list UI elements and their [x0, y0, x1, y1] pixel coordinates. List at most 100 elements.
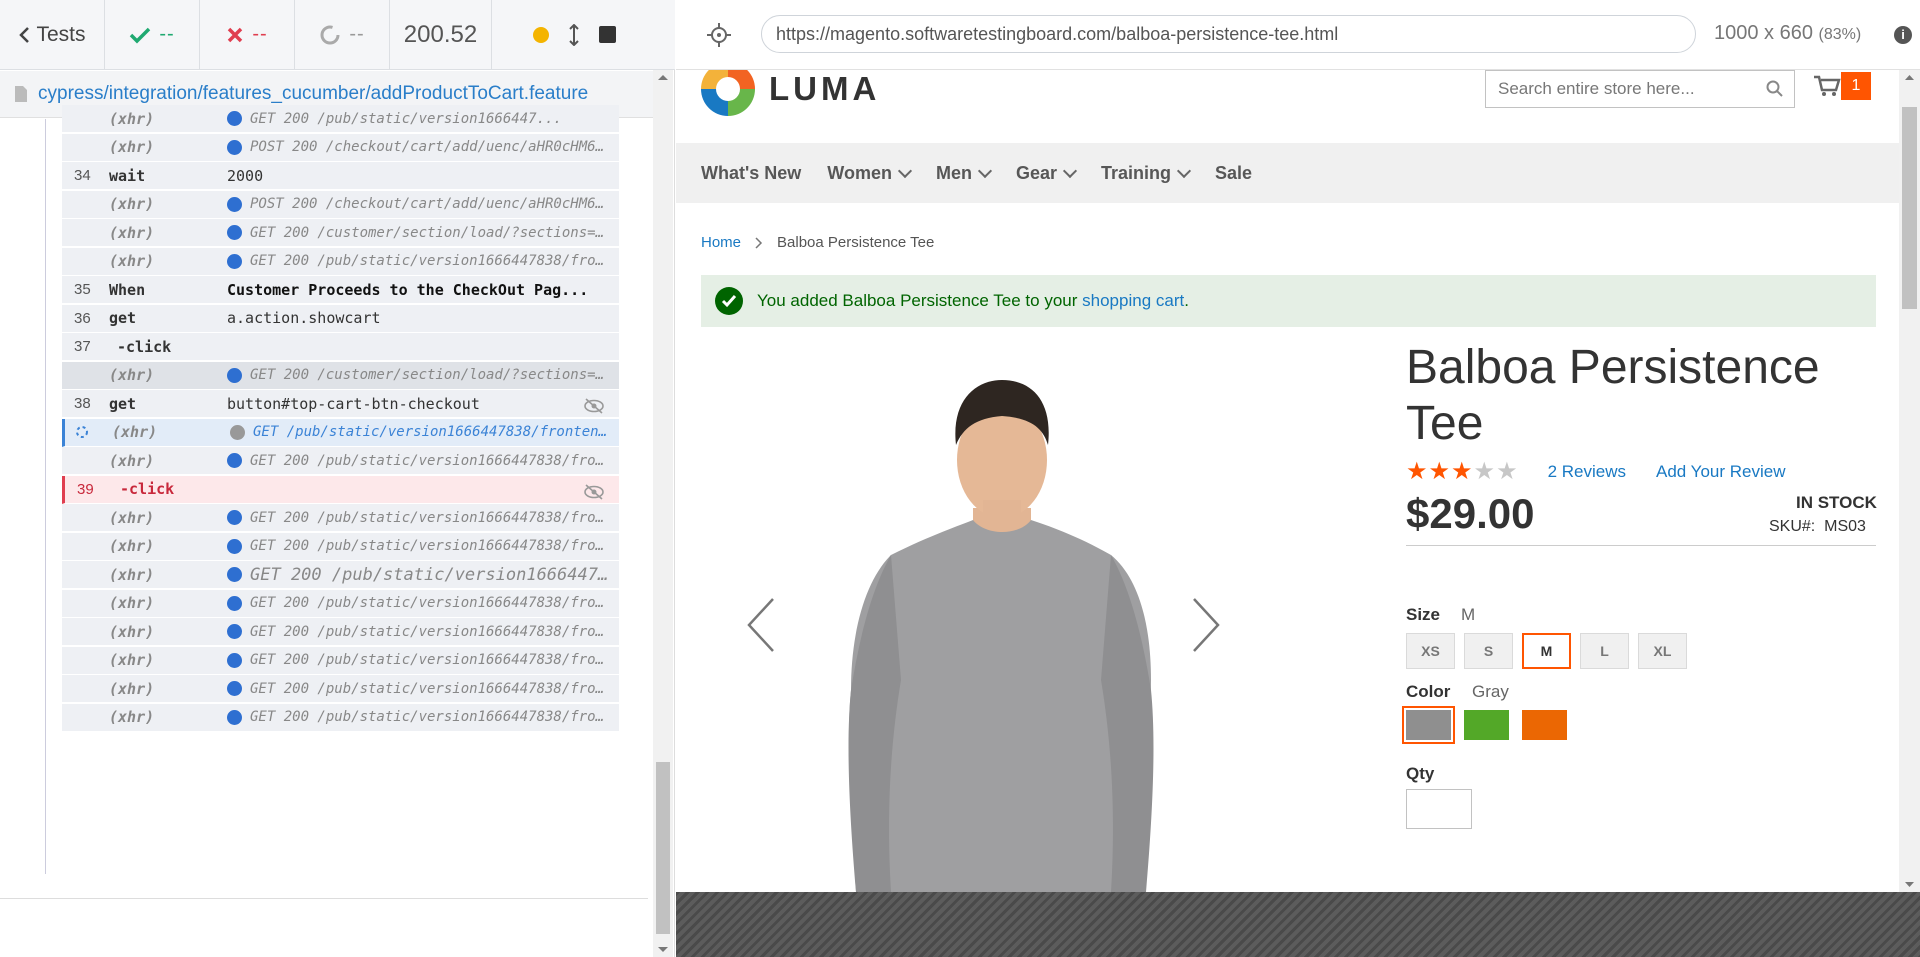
command-number: 34	[74, 167, 91, 184]
command-message: a.action.showcart	[227, 309, 381, 327]
luma-logo[interactable]: LUMA	[701, 70, 880, 116]
command-log: (xhr) GET 200 /pub/static/version1666447.…	[0, 105, 650, 899]
star-icon: ★	[1473, 458, 1496, 485]
command-message: GET 200 /pub/static/version1666447838/fr…	[227, 453, 612, 469]
size-swatch-xl[interactable]: XL	[1638, 633, 1687, 669]
duration: 200.52	[390, 0, 492, 70]
command-row-xhr[interactable]: (xhr) GET 200 /pub/static/version16664478…	[62, 589, 619, 618]
check-icon	[130, 27, 151, 43]
xhr-status-dot-icon	[227, 652, 242, 668]
selector-playground-icon[interactable]	[706, 22, 732, 48]
xhr-status-dot-icon	[227, 681, 242, 696]
nav-label: Training	[1101, 162, 1172, 183]
nav-item-women[interactable]: Women	[827, 163, 913, 184]
command-row-xhr[interactable]: (xhr) GET 200 /pub/static/version16664478…	[62, 646, 619, 675]
command-row[interactable]: 39 -click	[62, 475, 619, 504]
command-name: (xhr)	[109, 508, 155, 527]
aut-scrollbar[interactable]	[1899, 70, 1920, 892]
size-swatch-xs[interactable]: XS	[1406, 633, 1455, 669]
command-row-xhr[interactable]: (xhr) GET 200 /pub/static/version16664478…	[62, 447, 619, 475]
shopping-cart-link[interactable]: shopping cart	[1082, 291, 1184, 310]
command-row-xhr[interactable]: (xhr) GET 200 /pub/static/version1666447.…	[62, 105, 619, 133]
qty-input[interactable]	[1406, 789, 1472, 829]
search-icon[interactable]	[1766, 80, 1784, 98]
command-row-xhr[interactable]: (xhr) GET 200 /pub/static/version1666447.…	[62, 561, 619, 589]
command-row-xhr[interactable]: (xhr) GET 200 /customer/section/load/?sec…	[62, 361, 619, 390]
command-name: (xhr)	[109, 708, 155, 726]
aut-scrollbar-thumb[interactable]	[1902, 107, 1917, 309]
runner-scrollbar[interactable]	[653, 70, 673, 957]
command-row[interactable]: 36 get a.action.showcart	[62, 304, 619, 333]
star-icon: ★	[1496, 458, 1518, 485]
stock-status: IN STOCK	[1796, 493, 1877, 512]
scrollbar-thumb[interactable]	[656, 762, 670, 934]
command-row-xhr[interactable]: (xhr) GET 200 /pub/static/version16664478…	[62, 532, 619, 561]
command-message: GET 200 /pub/static/version1666447838/fr…	[227, 652, 612, 668]
run-controls	[492, 0, 657, 70]
info-icon[interactable]: i	[1894, 26, 1912, 44]
command-row[interactable]: 38 get button#top-cart-btn-checkout	[62, 390, 619, 418]
nav-item-what-s-new[interactable]: What's New	[701, 163, 801, 184]
command-row-xhr[interactable]: (xhr) GET 200 /pub/static/version16664478…	[62, 618, 619, 646]
star-icon: ★	[1406, 458, 1428, 485]
chevron-down-icon	[1062, 163, 1078, 178]
xhr-status-dot-icon	[230, 424, 245, 440]
color-swatch-gray[interactable]	[1402, 706, 1455, 744]
scroll-up-icon[interactable]	[1899, 70, 1920, 84]
command-name: (xhr)	[109, 565, 155, 584]
command-name: (xhr)	[109, 109, 155, 128]
size-swatch-s[interactable]: S	[1464, 633, 1513, 669]
spec-file-path[interactable]: cypress/integration/features_cucumber/ad…	[38, 83, 588, 105]
color-options	[1402, 706, 1567, 744]
scroll-down-icon[interactable]	[1899, 878, 1920, 892]
passed-count: --	[105, 0, 200, 70]
breadcrumb-home[interactable]: Home	[701, 234, 741, 251]
xhr-status-dot-icon	[227, 111, 242, 126]
gallery-next-icon[interactable]	[1186, 595, 1226, 655]
success-text-prefix: You added Balboa Persistence Tee to your	[757, 291, 1078, 310]
scroll-down-icon[interactable]	[653, 943, 673, 957]
command-message: GET /pub/static/version1666447838/fronte…	[230, 424, 615, 440]
sku: SKU#: MS03	[1769, 518, 1866, 536]
command-row[interactable]: 37 -click	[62, 333, 619, 361]
search-input[interactable]: Search entire store here...	[1485, 70, 1795, 108]
scroll-up-icon[interactable]	[653, 70, 673, 84]
color-swatch-green[interactable]	[1464, 710, 1509, 740]
tests-back-button[interactable]: Tests	[0, 0, 105, 70]
nav-item-sale[interactable]: Sale	[1215, 163, 1252, 184]
url-bar[interactable]: https://magento.softwaretestingboard.com…	[761, 15, 1696, 53]
command-row-xhr[interactable]: (xhr) GET 200 /pub/static/version16664478…	[62, 703, 619, 732]
stop-button[interactable]	[599, 26, 616, 43]
cart-count-badge[interactable]: 1	[1841, 72, 1871, 100]
xhr-status-dot-icon	[227, 225, 242, 240]
command-message: GET 200 /pub/static/version1666447...	[227, 565, 612, 585]
color-swatch-orange[interactable]	[1522, 710, 1567, 740]
command-name: -click	[117, 337, 172, 356]
command-row-xhr[interactable]: (xhr) GET 200 /pub/static/version16664478…	[62, 247, 619, 276]
autoscroll-toggle-icon[interactable]	[569, 23, 579, 46]
nav-item-gear[interactable]: Gear	[1016, 163, 1078, 184]
nav-item-men[interactable]: Men	[936, 163, 993, 184]
size-swatch-l[interactable]: L	[1580, 633, 1629, 669]
command-row-xhr[interactable]: (xhr) GET 200 /pub/static/version16664478…	[62, 504, 619, 532]
command-row-xhr[interactable]: (xhr) POST 200 /checkout/cart/add/uenc/aH…	[62, 190, 619, 219]
command-row[interactable]: 34 wait 2000	[62, 162, 619, 190]
command-row-xhr[interactable]: (xhr) GET 200 /pub/static/version16664478…	[62, 675, 619, 703]
gallery-prev-icon[interactable]	[741, 595, 781, 655]
add-review-link[interactable]: Add Your Review	[1656, 462, 1785, 482]
command-row-xhr[interactable]: (xhr) GET /pub/static/version1666447838/f…	[62, 418, 619, 447]
size-swatch-m[interactable]: M	[1521, 632, 1572, 670]
nav-item-training[interactable]: Training	[1101, 162, 1192, 184]
running-indicator-icon	[533, 26, 549, 43]
xhr-text: GET 200 /pub/static/version1666447838/fr…	[250, 709, 612, 725]
command-row[interactable]: 35 When Customer Proceeds to the CheckOut …	[62, 276, 619, 304]
cart-icon[interactable]	[1813, 74, 1841, 98]
xhr-text: GET 200 /pub/static/version1666447838/fr…	[250, 595, 612, 611]
size-options: XS S M L XL	[1406, 632, 1687, 670]
luma-logo-mark-icon	[701, 70, 755, 116]
reviews-link[interactable]: 2 Reviews	[1548, 462, 1626, 482]
command-row-xhr[interactable]: (xhr) GET 200 /customer/section/load/?sec…	[62, 219, 619, 247]
xhr-status-dot-icon	[227, 196, 242, 212]
viewport-dimensions: 1000 x 660	[1714, 22, 1813, 44]
command-row-xhr[interactable]: (xhr) POST 200 /checkout/cart/add/uenc/aH…	[62, 133, 619, 162]
